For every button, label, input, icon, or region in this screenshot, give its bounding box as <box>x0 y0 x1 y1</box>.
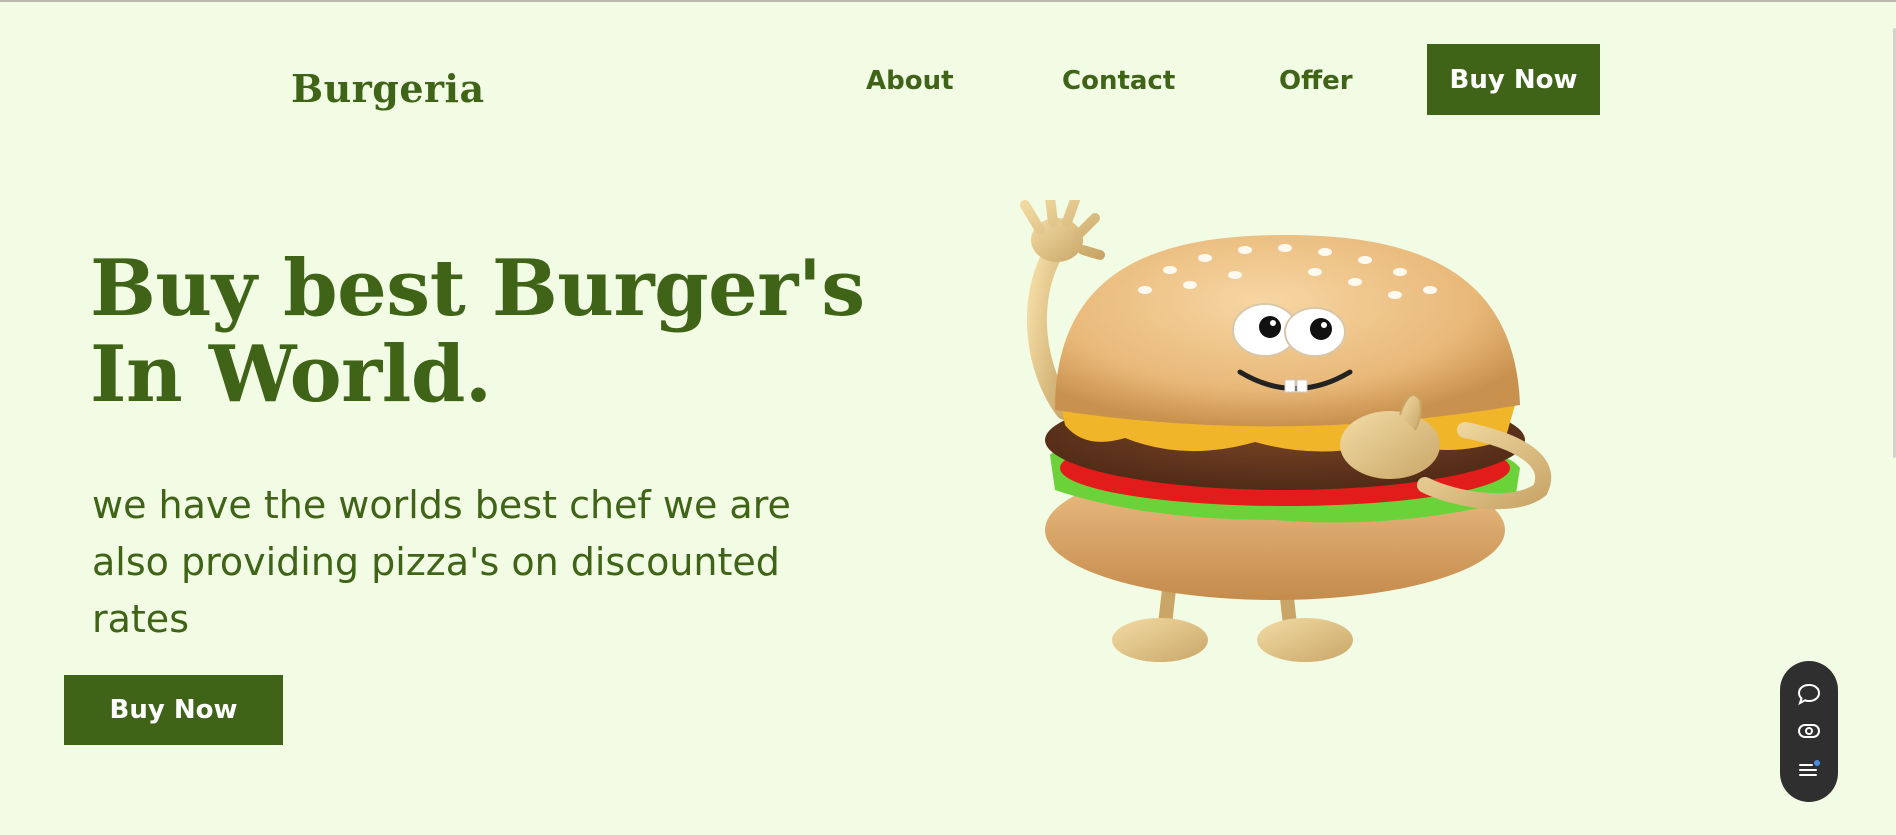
chat-icon[interactable] <box>1792 679 1826 709</box>
menu-notification-icon[interactable] <box>1792 754 1826 784</box>
window-top-border <box>0 0 1896 2</box>
hero-title: Buy best Burger's In World. <box>90 246 990 418</box>
nav-link-about[interactable]: About <box>866 66 954 96</box>
nav-link-contact[interactable]: Contact <box>1062 66 1175 96</box>
hero-title-line: In World. <box>90 329 492 420</box>
hero-buy-now-button[interactable]: Buy Now <box>64 675 283 745</box>
header-buy-now-button[interactable]: Buy Now <box>1427 44 1600 115</box>
hero-title-line: Buy best Burger's <box>90 243 865 334</box>
nav-link-offer[interactable]: Offer <box>1279 66 1353 96</box>
floating-toolbar <box>1780 661 1838 802</box>
burger-mascot-image <box>1020 200 1552 662</box>
site-logo[interactable]: Burgeria <box>291 66 485 111</box>
hero-subtitle: we have the worlds best chef we are also… <box>92 483 791 641</box>
eye-icon[interactable] <box>1792 716 1826 746</box>
